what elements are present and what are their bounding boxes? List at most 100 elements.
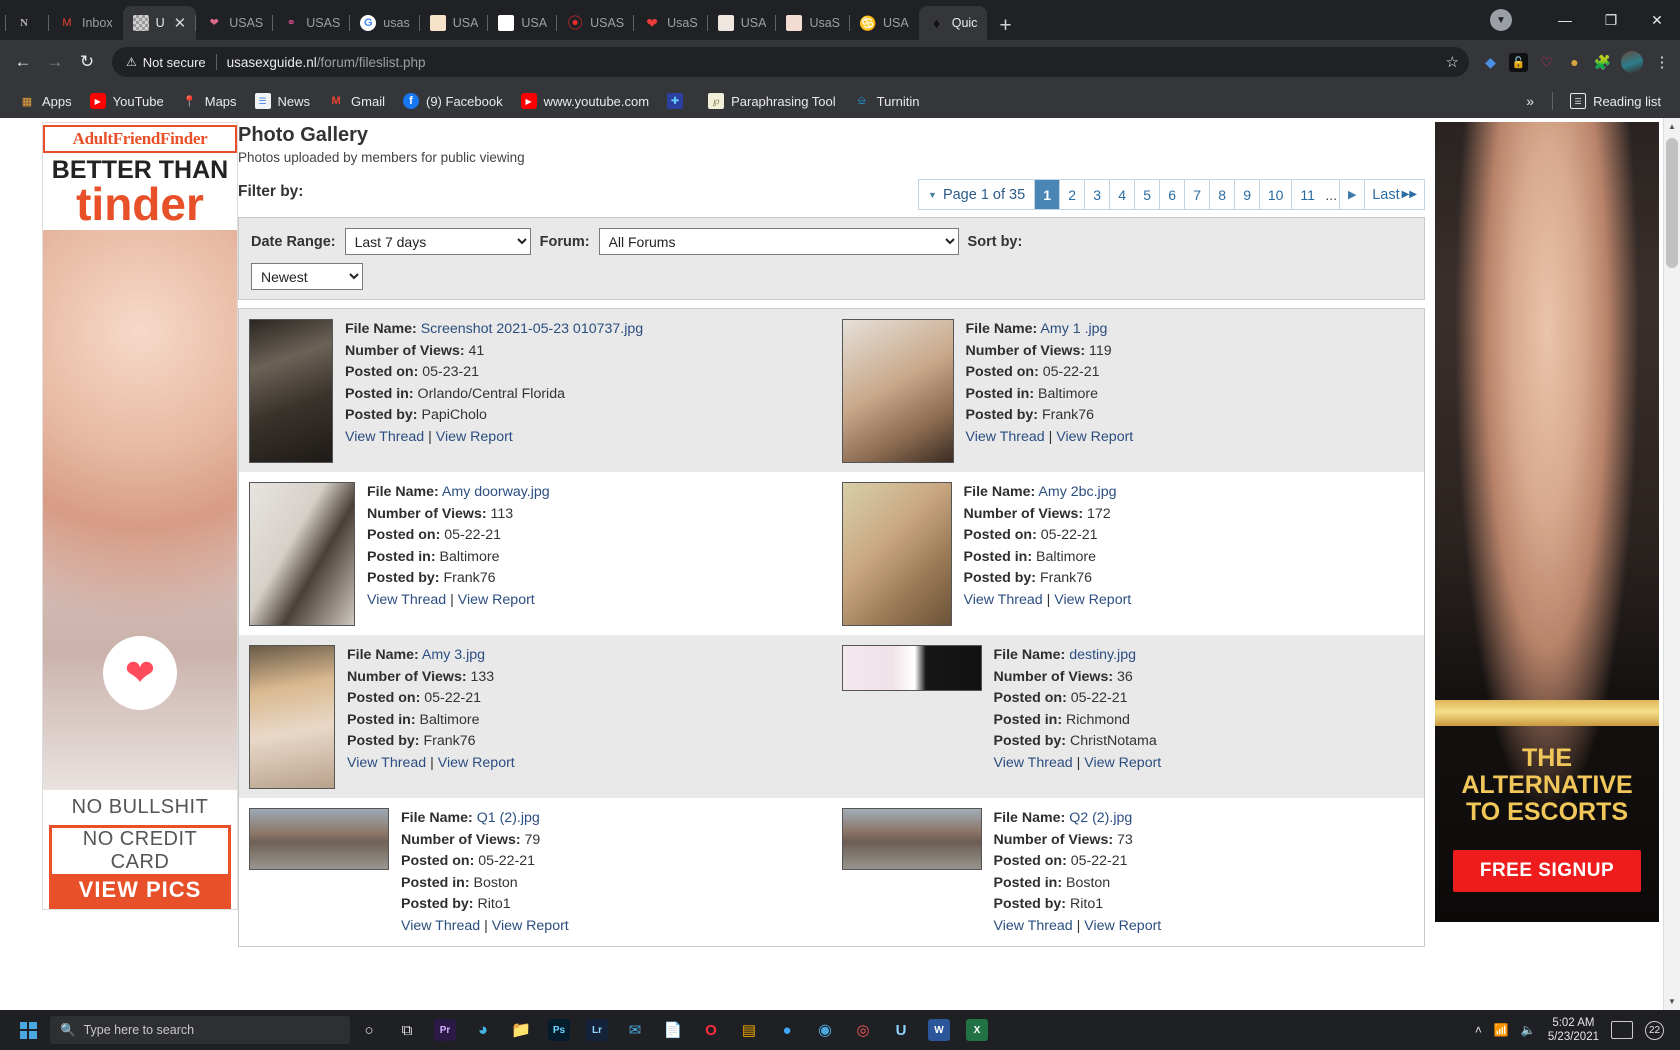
chrome-icon[interactable]: ◉	[806, 1010, 844, 1050]
view-thread-link[interactable]: View Thread	[345, 429, 424, 445]
view-thread-link[interactable]: View Thread	[964, 592, 1043, 608]
taskbar-search[interactable]: 🔍 Type here to search	[50, 1016, 350, 1044]
scroll-up-arrow[interactable]: ▲	[1664, 118, 1680, 135]
file-name-value[interactable]: Screenshot 2021-05-23 010737.jpg	[421, 321, 643, 337]
security-status[interactable]: ⚠ Not secure	[126, 55, 206, 70]
chevron-down-icon[interactable]: ▼	[1490, 9, 1512, 31]
view-thread-link[interactable]: View Thread	[367, 592, 446, 608]
ad-cta-button[interactable]: FREE SIGNUP	[1453, 850, 1641, 892]
mail-icon[interactable]: ✉	[616, 1010, 654, 1050]
bookmark-blue-app[interactable]: ✚	[658, 88, 699, 114]
premiere-pro-icon[interactable]: Pr	[426, 1010, 464, 1050]
reading-list-button[interactable]: ☰ Reading list	[1561, 88, 1670, 114]
browser-tab[interactable]: UsaS	[775, 6, 850, 40]
file-name-value[interactable]: Amy 3.jpg	[422, 647, 485, 663]
blue-globe-icon[interactable]: ●	[768, 1010, 806, 1050]
date-range-select[interactable]: Last 7 days	[344, 228, 531, 255]
view-thread-link[interactable]: View Thread	[401, 918, 480, 934]
minimize-button[interactable]: —	[1542, 0, 1588, 40]
gallery-item[interactable]: File Name: Amy doorway.jpg Number of Vie…	[239, 472, 832, 635]
browser-tab[interactable]: ⚭ USAS	[272, 6, 350, 40]
notification-icon[interactable]	[1611, 1021, 1633, 1039]
thumbnail[interactable]	[249, 808, 389, 870]
clock[interactable]: 5:02 AM 5/23/2021	[1548, 1016, 1599, 1045]
back-button[interactable]: ←	[8, 47, 38, 77]
last-page-button[interactable]: Last ▶▶	[1364, 180, 1424, 209]
view-report-link[interactable]: View Report	[1084, 918, 1161, 934]
sort-by-select[interactable]: Newest	[251, 263, 363, 290]
bookmarks-overflow-button[interactable]: »	[1516, 93, 1544, 109]
gallery-item[interactable]: File Name: destiny.jpg Number of Views: …	[832, 635, 1425, 798]
browser-tab-active[interactable]: U ✕	[122, 6, 197, 40]
bookmark-news[interactable]: ☰ News	[246, 88, 320, 114]
view-report-link[interactable]: View Report	[492, 918, 569, 934]
scroll-down-arrow[interactable]: ▼	[1664, 993, 1680, 1010]
page-number-1[interactable]: 1	[1034, 180, 1060, 209]
notification-count[interactable]: 22	[1645, 1020, 1664, 1040]
file-name-value[interactable]: Amy 1 .jpg	[1040, 321, 1107, 337]
view-report-link[interactable]: View Report	[458, 592, 535, 608]
view-thread-link[interactable]: View Thread	[966, 429, 1045, 445]
browser-tab[interactable]: ❤ UsaS	[633, 6, 708, 40]
browser-tab[interactable]: USA	[487, 6, 557, 40]
bookmark-facebook[interactable]: f (9) Facebook	[394, 88, 512, 114]
volume-icon[interactable]: 🔈	[1521, 1023, 1536, 1037]
browser-tab[interactable]: USA	[418, 6, 489, 40]
view-report-link[interactable]: View Report	[436, 429, 513, 445]
page-number-7[interactable]: 7	[1184, 180, 1209, 209]
task-view-icon[interactable]: ⧉	[388, 1010, 426, 1050]
close-icon[interactable]: ✕	[174, 14, 187, 32]
graduation-cap-icon[interactable]: ◆	[1481, 53, 1500, 72]
thumbnail[interactable]	[249, 482, 355, 626]
notepad-icon[interactable]: 📄	[654, 1010, 692, 1050]
view-thread-link[interactable]: View Thread	[994, 755, 1073, 771]
escort-alternative-ad[interactable]: THE ALTERNATIVE TO ESCORTS FREE SIGNUP	[1435, 122, 1659, 922]
page-number-4[interactable]: 4	[1109, 180, 1134, 209]
gallery-item[interactable]: File Name: Q1 (2).jpg Number of Views: 7…	[239, 798, 832, 946]
file-name-value[interactable]: Q2 (2).jpg	[1069, 810, 1132, 826]
gallery-item[interactable]: File Name: Screenshot 2021-05-23 010737.…	[239, 309, 832, 472]
ad-cta-button[interactable]: VIEW PICS	[52, 873, 228, 906]
browser-tab[interactable]: USA	[706, 6, 777, 40]
u-app-icon[interactable]: U	[882, 1010, 920, 1050]
view-report-link[interactable]: View Report	[1084, 755, 1161, 771]
file-name-value[interactable]: Amy doorway.jpg	[442, 484, 550, 500]
thumbnail[interactable]	[841, 482, 952, 626]
view-thread-link[interactable]: View Thread	[994, 918, 1073, 934]
thumbnail[interactable]	[841, 319, 954, 463]
page-number-11[interactable]: 11	[1291, 180, 1323, 209]
forward-button[interactable]: →	[40, 47, 70, 77]
camera-icon[interactable]: ◎	[844, 1010, 882, 1050]
file-name-value[interactable]: Amy 2bc.jpg	[1038, 484, 1116, 500]
browser-tab[interactable]: ⦿ USAS	[556, 6, 634, 40]
page-scrollbar[interactable]: ▲ ▼	[1663, 118, 1680, 1010]
bookmark-gmail[interactable]: M Gmail	[319, 88, 394, 114]
edge-icon[interactable]: ◕	[464, 1010, 502, 1050]
gallery-item[interactable]: File Name: Amy 1 .jpg Number of Views: 1…	[832, 309, 1425, 472]
page-number-10[interactable]: 10	[1259, 180, 1291, 209]
browser-tab[interactable]: M Inbox	[48, 6, 123, 40]
thumbnail[interactable]	[841, 808, 982, 870]
browser-tab[interactable]: ♦ Quic	[918, 6, 988, 40]
three-dot-menu-icon[interactable]: ⋮	[1652, 53, 1672, 71]
puzzle-piece-icon[interactable]: 🧩	[1593, 53, 1612, 72]
word-icon[interactable]: W	[920, 1010, 958, 1050]
page-number-9[interactable]: 9	[1234, 180, 1259, 209]
gallery-item[interactable]: File Name: Amy 2bc.jpg Number of Views: …	[832, 472, 1425, 635]
bookmark-star-icon[interactable]: ☆	[1446, 53, 1459, 71]
adultfriendfinder-ad[interactable]: AdultFriendFinder BETTER THAN tinder ❤ N…	[42, 122, 238, 910]
heart-refresh-icon[interactable]: ♡	[1537, 53, 1556, 72]
thumbnail[interactable]	[249, 319, 333, 463]
address-bar[interactable]: ⚠ Not secure usasexguide.nl/forum/filesl…	[112, 47, 1469, 77]
store-icon[interactable]: ▤	[730, 1010, 768, 1050]
caret-down-icon[interactable]: ▼	[928, 190, 937, 200]
gallery-item[interactable]: File Name: Q2 (2).jpg Number of Views: 7…	[832, 798, 1425, 946]
view-report-link[interactable]: View Report	[438, 755, 515, 771]
start-button[interactable]	[6, 1021, 50, 1039]
scrollbar-thumb[interactable]	[1666, 138, 1678, 268]
maximize-button[interactable]: ❐	[1588, 0, 1634, 40]
close-button[interactable]: ✕	[1634, 0, 1680, 40]
file-explorer-icon[interactable]: 📁	[502, 1010, 540, 1050]
unlock-icon[interactable]: 🔓	[1509, 52, 1528, 72]
photoshop-icon[interactable]: Ps	[540, 1010, 578, 1050]
